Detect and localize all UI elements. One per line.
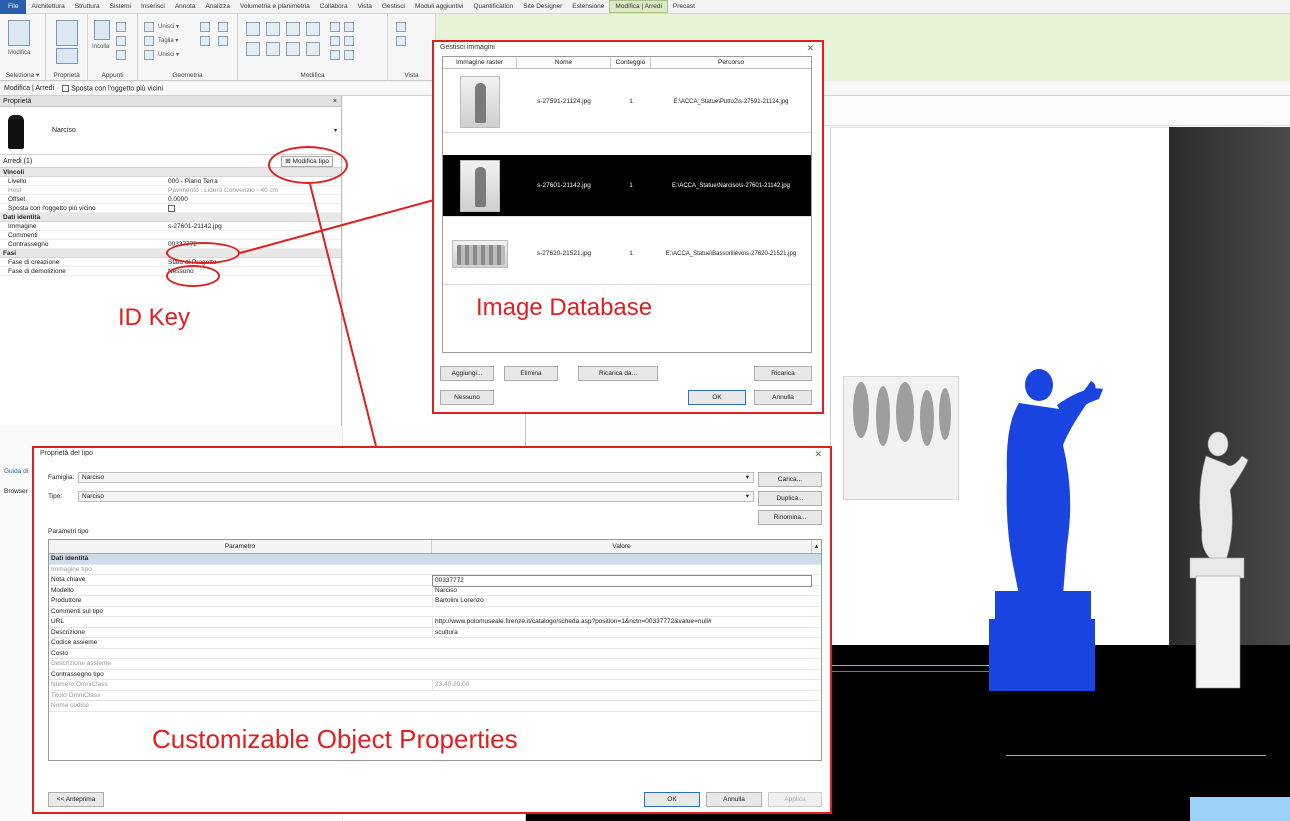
image-database-annotation: Image Database	[476, 294, 653, 321]
id-key-annotation: ID Key	[118, 304, 191, 331]
connector-image-to-db	[239, 199, 435, 254]
connector-edit-to-props	[309, 183, 377, 447]
object-properties-annotation: Customizable Object Properties	[152, 724, 518, 754]
callout-connectors	[239, 183, 435, 447]
